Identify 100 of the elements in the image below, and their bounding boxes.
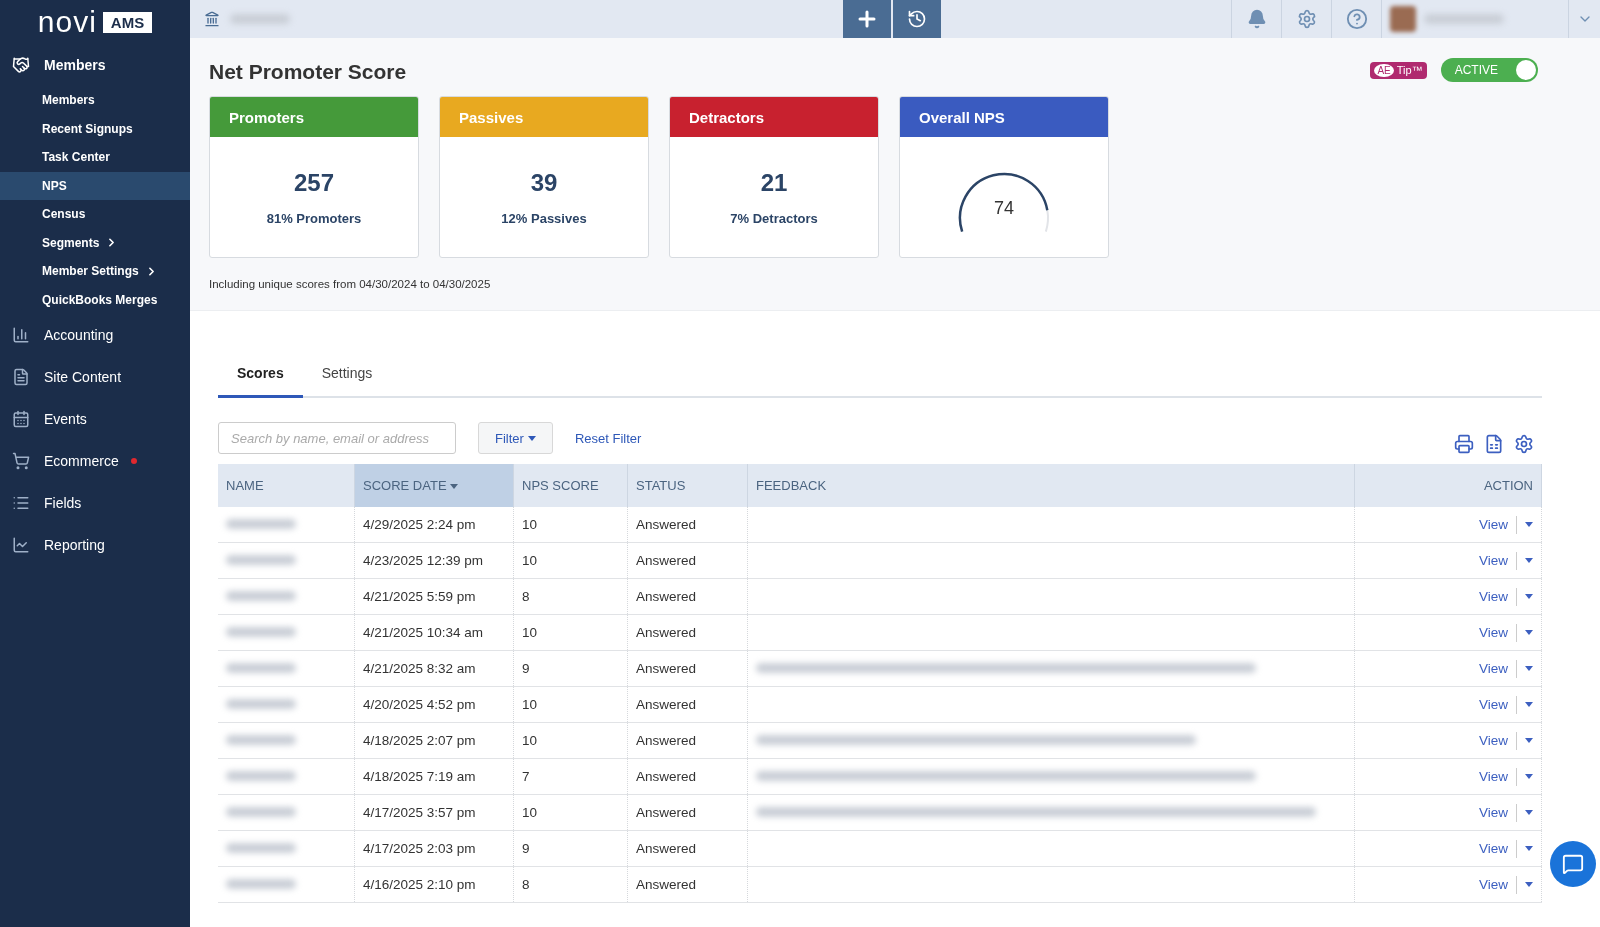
date-range-note: Including unique scores from 04/30/2024 to 04/30/2025 <box>209 278 492 290</box>
search-field[interactable]: Search by name, email or address <box>218 422 456 454</box>
table-cell: 8 <box>513 578 628 615</box>
table-cell: Answered <box>627 830 748 867</box>
caret-icon[interactable] <box>1525 738 1533 743</box>
view-link[interactable]: View <box>1478 733 1508 748</box>
sidebar-subitem[interactable]: QuickBooks Merges <box>0 285 190 314</box>
gauge-track <box>1044 209 1049 232</box>
sidebar-subitem[interactable]: Recent Signups <box>0 114 190 143</box>
column-header[interactable]: SCORE DATE <box>354 464 514 507</box>
column-header[interactable]: NAME <box>218 464 355 507</box>
table-cell: 4/17/2025 2:03 pm <box>354 830 514 867</box>
table-cell: 4/21/2025 8:32 am <box>354 650 514 687</box>
caret-icon[interactable] <box>1525 810 1533 815</box>
table-cell: Answered <box>627 650 748 687</box>
print-icon[interactable] <box>1454 434 1474 454</box>
view-link[interactable]: View <box>1478 805 1508 820</box>
sidebar-subitem[interactable]: Members <box>0 86 190 115</box>
filter-button[interactable]: Filter <box>478 422 553 454</box>
table-cell: 4/17/2025 3:57 pm <box>354 794 514 831</box>
table-cell: 7 <box>513 758 628 795</box>
column-header[interactable]: NPS SCORE <box>513 464 628 507</box>
settings-icon[interactable] <box>1514 434 1534 454</box>
view-link[interactable]: View <box>1478 517 1508 532</box>
table-cell: Answered <box>627 758 748 795</box>
chat-icon <box>1562 853 1584 875</box>
view-link[interactable]: View <box>1478 877 1508 892</box>
reset-filter-link[interactable]: Reset Filter <box>574 430 642 446</box>
table-cell: Answered <box>627 614 748 651</box>
caret-icon[interactable] <box>1525 882 1533 887</box>
bell-icon <box>1246 9 1267 29</box>
sidebar-item[interactable]: Accounting <box>0 314 190 356</box>
column-header[interactable]: FEEDBACK <box>747 464 1355 507</box>
caret-icon[interactable] <box>1525 666 1533 671</box>
table-cell: 4/29/2025 2:24 pm <box>354 507 514 543</box>
table-cell: 10 <box>513 794 628 831</box>
table-cell: 4/16/2025 2:10 pm <box>354 866 514 903</box>
card-header: Promoters <box>210 97 418 137</box>
table-cell: 10 <box>513 722 628 759</box>
caret-icon[interactable] <box>1525 846 1533 851</box>
table-cell: 8 <box>513 866 628 903</box>
history-button[interactable] <box>893 0 941 38</box>
caret-icon[interactable] <box>1525 774 1533 779</box>
caret-icon[interactable] <box>1525 594 1533 599</box>
view-link[interactable]: View <box>1478 769 1508 784</box>
caret-icon[interactable] <box>1525 630 1533 635</box>
table-cell: 4/18/2025 2:07 pm <box>354 722 514 759</box>
score-count: 39 <box>530 168 558 197</box>
caret-icon[interactable] <box>1525 522 1533 527</box>
table-cell: 4/21/2025 10:34 am <box>354 614 514 651</box>
sidebar-item[interactable]: Site Content <box>0 356 190 398</box>
table-cell: 4/18/2025 7:19 am <box>354 758 514 795</box>
table-cell: Answered <box>627 542 748 579</box>
sidebar-item[interactable]: Members <box>0 44 190 86</box>
table-cell: Answered <box>627 507 748 543</box>
view-link[interactable]: View <box>1478 625 1508 640</box>
handshake-icon <box>10 56 32 74</box>
tab[interactable]: Settings <box>302 351 392 398</box>
sidebar-subitem[interactable]: Task Center <box>0 143 190 172</box>
column-header[interactable]: STATUS <box>627 464 748 507</box>
view-link[interactable]: View <box>1478 589 1508 604</box>
settings-icon <box>1296 9 1317 29</box>
sidebar-subitem[interactable]: Census <box>0 200 190 229</box>
card-header: Overall NPS <box>900 97 1108 137</box>
caret-icon[interactable] <box>1525 702 1533 707</box>
table-cell: Answered <box>627 722 748 759</box>
score-count: 257 <box>293 168 334 197</box>
sidebar-item[interactable]: Reporting <box>0 524 190 566</box>
notification-dot <box>130 458 137 464</box>
sidebar-item[interactable]: Events <box>0 398 190 440</box>
help-icon <box>1345 8 1368 30</box>
tip-badge[interactable]: AE Tip™ <box>1370 61 1427 79</box>
table-cell: 10 <box>513 542 628 579</box>
view-link[interactable]: View <box>1478 661 1508 676</box>
bank-icon <box>204 11 220 27</box>
table-cell: 4/23/2025 12:39 pm <box>354 542 514 579</box>
card-header: Passives <box>440 97 648 137</box>
spreadsheet-icon[interactable] <box>1484 434 1504 454</box>
sidebar-subitem[interactable]: NPS <box>0 171 190 200</box>
column-header[interactable]: ACTION <box>1354 464 1542 507</box>
sidebar-item[interactable]: Ecommerce <box>0 440 190 482</box>
table-cell: Answered <box>627 578 748 615</box>
sidebar-subitem[interactable]: Member Settings <box>0 257 190 286</box>
add-button[interactable] <box>843 0 891 38</box>
caret-icon[interactable] <box>1525 558 1533 563</box>
table-cell: 10 <box>513 614 628 651</box>
logo-badge: AMS <box>102 11 153 33</box>
calendar-icon <box>10 410 32 428</box>
view-link[interactable]: View <box>1478 697 1508 712</box>
sidebar-subitem[interactable]: Segments <box>0 228 190 257</box>
logo-text: novi <box>37 7 97 37</box>
sidebar-item[interactable]: Fields <box>0 482 190 524</box>
table-cell: 9 <box>513 650 628 687</box>
view-link[interactable]: View <box>1478 553 1508 568</box>
table-cell: 4/20/2025 4:52 pm <box>354 686 514 723</box>
table-cell: Answered <box>627 686 748 723</box>
page-title: Net Promoter Score <box>209 60 407 84</box>
score-count: 21 <box>760 168 788 197</box>
view-link[interactable]: View <box>1478 841 1508 856</box>
tab[interactable]: Scores <box>218 351 303 398</box>
